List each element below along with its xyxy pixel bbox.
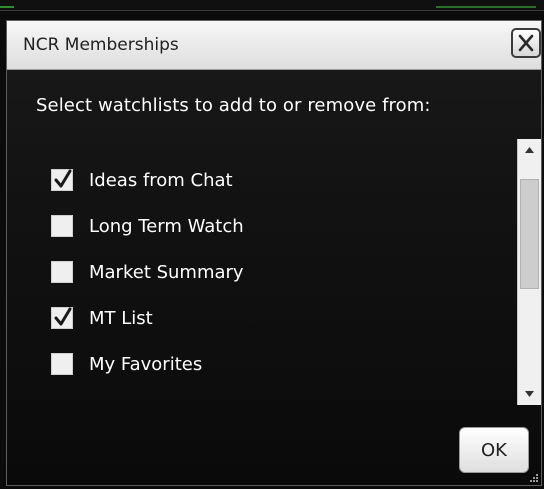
instruction-text: Select watchlists to add to or remove fr… <box>36 95 431 116</box>
watchlist-item[interactable]: Long Term Watch <box>51 203 511 249</box>
ok-button[interactable]: OK <box>459 427 529 473</box>
scroll-thumb[interactable] <box>520 179 539 289</box>
arrow-up-icon <box>525 147 534 153</box>
arrow-down-icon <box>525 391 534 397</box>
watchlist-checkbox[interactable] <box>51 307 73 329</box>
watchlist-label: Market Summary <box>89 261 244 283</box>
watchlist-item[interactable]: My Favorites <box>51 341 511 387</box>
watchlist-label: Long Term Watch <box>89 215 244 237</box>
background-window-strip <box>0 0 544 11</box>
background-chart-line <box>436 6 536 8</box>
checkmark-icon <box>54 307 72 326</box>
dialog-title: NCR Memberships <box>23 35 179 55</box>
watchlist-item[interactable]: MT List <box>51 295 511 341</box>
watchlist-checkbox[interactable] <box>51 215 73 237</box>
watchlist-checkbox[interactable] <box>51 353 73 375</box>
watchlist-list: Ideas from Chat Long Term Watch Market Sum… <box>51 157 511 387</box>
watchlist-label: MT List <box>89 307 153 329</box>
scroll-down-button[interactable] <box>518 383 541 405</box>
resize-grip-icon[interactable] <box>529 473 539 483</box>
ncr-memberships-dialog: NCR Memberships Select watchlists to add… <box>6 20 542 486</box>
watchlist-item[interactable]: Market Summary <box>51 249 511 295</box>
close-icon <box>518 34 534 52</box>
watchlist-item[interactable]: Ideas from Chat <box>51 157 511 203</box>
list-scrollbar[interactable] <box>517 139 541 405</box>
scroll-up-button[interactable] <box>518 139 541 161</box>
watchlist-checkbox[interactable] <box>51 169 73 191</box>
background-chart-line <box>0 6 14 8</box>
watchlist-label: Ideas from Chat <box>89 169 233 191</box>
close-button[interactable] <box>511 28 541 58</box>
watchlist-checkbox[interactable] <box>51 261 73 283</box>
watchlist-label: My Favorites <box>89 353 203 375</box>
dialog-titlebar[interactable]: NCR Memberships <box>7 21 541 70</box>
checkmark-icon <box>54 169 72 188</box>
